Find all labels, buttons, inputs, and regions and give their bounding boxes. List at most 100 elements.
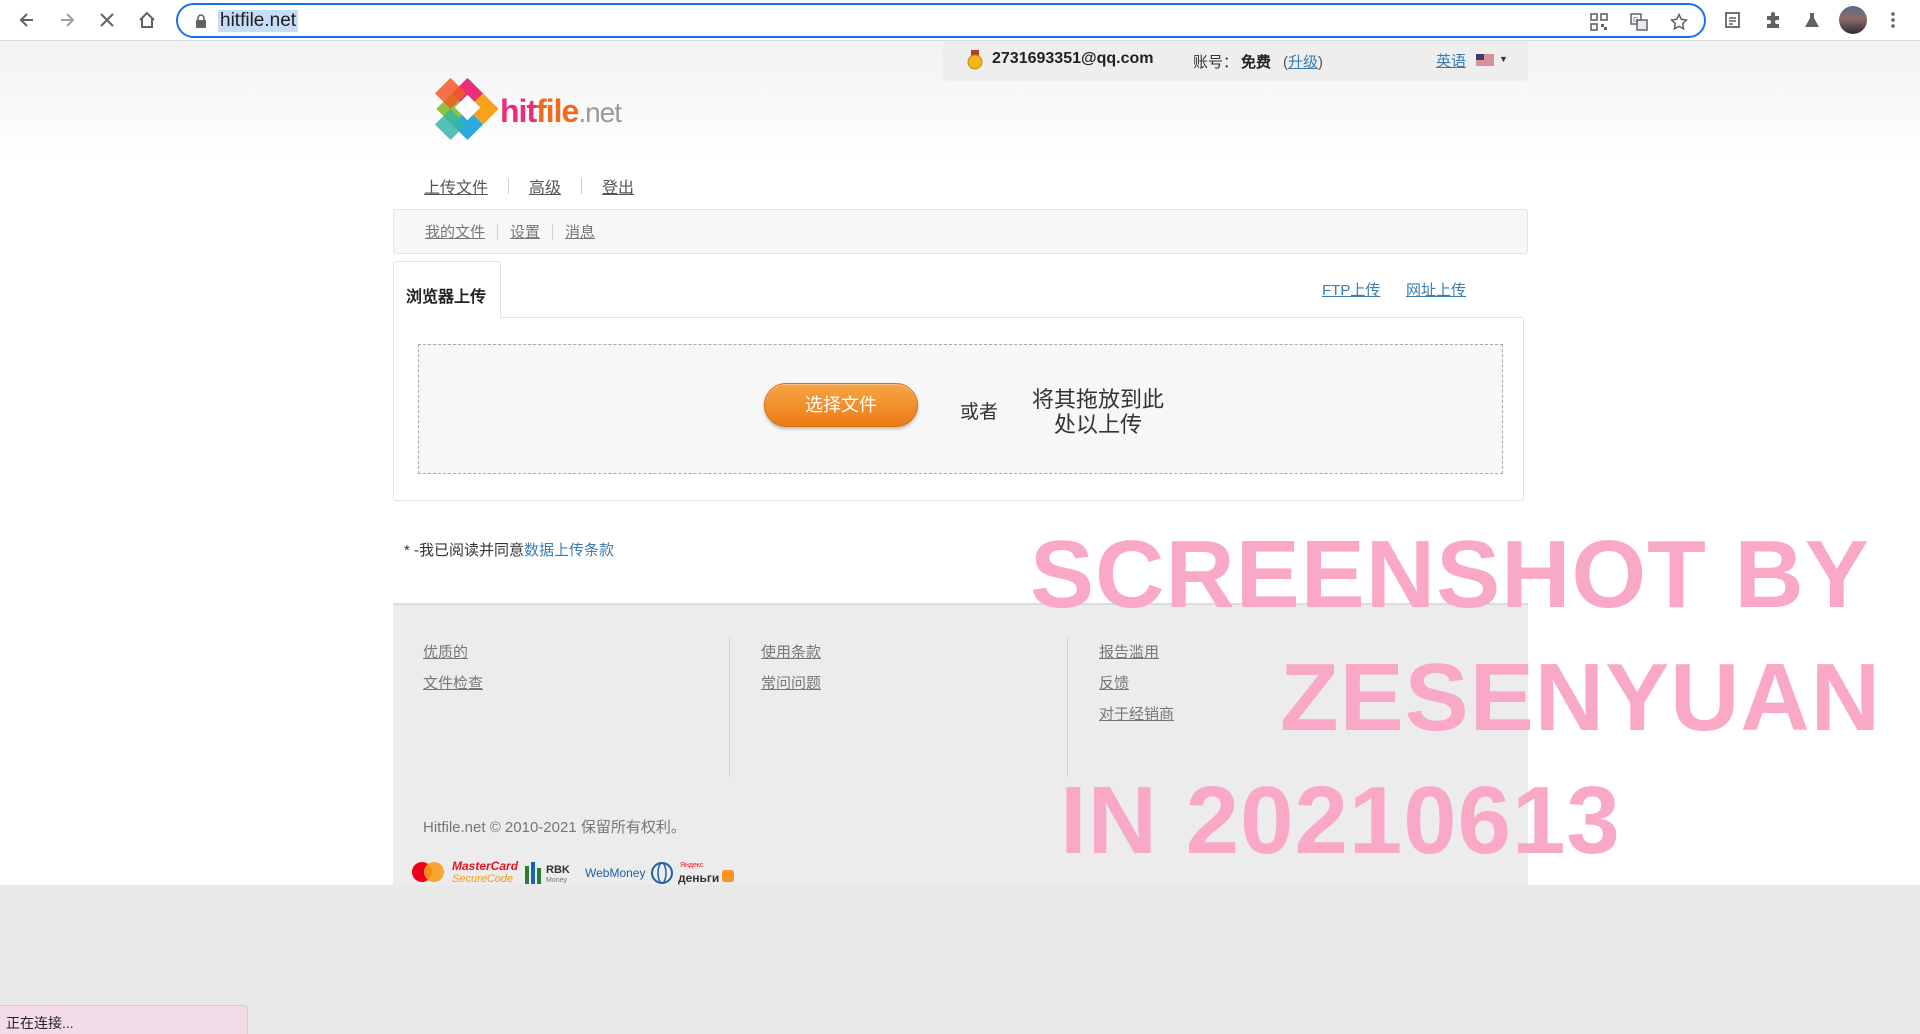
extensions-button[interactable] <box>1758 5 1788 35</box>
address-bar[interactable]: hitfile.net G <box>176 3 1706 38</box>
logo-net: .net <box>578 97 622 128</box>
profile-lab-button[interactable] <box>1797 5 1827 35</box>
page-content: 2731693351@qq.com 账号： 免费 (升级) 英语 ▼ hitfi… <box>0 41 1920 885</box>
copyright-text: Hitfile.net © 2010-2021 保留所有权利。 <box>423 819 686 836</box>
logo-mark-icon <box>434 77 498 141</box>
choose-file-button[interactable]: 选择文件 <box>764 383 918 427</box>
rbk-label: RBK <box>546 864 570 876</box>
watermark-line-2: ZESENYUAN <box>1280 644 1882 751</box>
upgrade-close-paren: ) <box>1318 54 1324 71</box>
logo-file: file <box>536 93 579 129</box>
home-icon <box>139 11 155 28</box>
extensions-icon <box>1767 12 1779 28</box>
footer-column-2: 使用条款 常问问题 <box>761 637 821 777</box>
upload-terms-link[interactable]: 数据上传条款 <box>524 542 614 559</box>
tab-search-button[interactable] <box>1718 5 1748 35</box>
footer-terms-link[interactable]: 使用条款 <box>761 637 821 668</box>
tab-ftp-upload[interactable]: FTP上传 <box>1322 279 1380 300</box>
account-label: 账号： <box>1193 54 1239 71</box>
webmoney-label: WebMoney <box>585 866 645 880</box>
language-caret-icon[interactable]: ▼ <box>1499 54 1508 64</box>
account-type: 免费 <box>1241 54 1272 71</box>
rbk-sub-label: Money <box>546 877 568 884</box>
sub-nav: 我的文件 设置 消息 <box>393 209 1528 254</box>
footer-faq-link[interactable]: 常问问题 <box>761 668 821 699</box>
footer-report-abuse-link[interactable]: 报告滥用 <box>1099 637 1174 668</box>
rbk-money-icon <box>525 862 541 884</box>
footer-feedback-link[interactable]: 反馈 <box>1099 668 1174 699</box>
or-label: 或者 <box>960 402 999 423</box>
user-email: 2731693351@qq.com <box>992 50 1154 67</box>
payment-methods: MasterCard SecureCode RBK Money WebMoney… <box>412 859 734 885</box>
subnav-divider <box>552 223 554 240</box>
nav-logout[interactable]: 登出 <box>602 174 634 198</box>
drag-drop-hint: 将其拖放到此 处以上传 <box>1028 387 1168 437</box>
subnav-messages[interactable]: 消息 <box>565 221 595 242</box>
profile-flask-icon <box>1805 13 1819 27</box>
forward-button[interactable] <box>52 5 82 35</box>
translate-icon: G <box>1630 13 1648 31</box>
tab-browser-upload-label: 浏览器上传 <box>406 289 487 306</box>
webmoney-globe-icon <box>651 862 673 884</box>
upgrade-link[interactable]: 升级 <box>1288 54 1318 71</box>
status-bar: 正在连接... <box>0 1005 248 1034</box>
footer-divider <box>1067 637 1068 777</box>
nav-divider <box>581 178 583 194</box>
logo-wordmark: hitfile.net <box>500 93 622 130</box>
url-text[interactable]: hitfile.net <box>218 10 299 32</box>
us-flag-icon[interactable] <box>1476 54 1494 66</box>
watermark-line-1: SCREENSHOT BY <box>1030 521 1870 628</box>
hitfile-logo[interactable]: hitfile.net <box>420 77 640 157</box>
back-button[interactable] <box>12 5 42 35</box>
securecode-label: SecureCode <box>452 873 513 885</box>
qr-code-button[interactable] <box>1588 11 1610 33</box>
footer-divider <box>729 637 730 777</box>
mastercard-label: MasterCard <box>452 859 519 873</box>
forward-icon <box>61 13 75 27</box>
qr-code-icon <box>1590 13 1608 31</box>
drag-hint-line2: 处以上传 <box>1053 412 1142 437</box>
footer-resellers-link[interactable]: 对于经销商 <box>1099 699 1174 730</box>
bookmark-star-icon <box>1670 13 1688 31</box>
yandex-label: Яндекс <box>680 862 704 869</box>
subnav-settings[interactable]: 设置 <box>510 221 540 242</box>
nav-premium[interactable]: 高级 <box>529 174 561 198</box>
menu-button[interactable] <box>1878 5 1908 35</box>
footer-premium-link[interactable]: 优质的 <box>423 637 483 668</box>
stop-icon <box>100 13 114 27</box>
yandex-wallet-icon <box>722 870 734 882</box>
medal-icon <box>967 50 983 70</box>
footer-column-1: 优质的 文件检查 <box>423 637 483 777</box>
bookmark-button[interactable] <box>1668 11 1690 33</box>
subnav-my-files[interactable]: 我的文件 <box>425 221 485 242</box>
logo-hit: hit <box>500 93 537 129</box>
language-selector[interactable]: 英语 <box>1436 50 1466 71</box>
lock-icon <box>196 14 206 28</box>
avatar[interactable] <box>1839 6 1867 34</box>
browser-toolbar: hitfile.net G <box>0 0 1920 41</box>
nav-upload-file[interactable]: 上传文件 <box>424 174 488 198</box>
watermark-line-3: IN 20210613 <box>1060 767 1621 874</box>
status-text: 正在连接... <box>6 1015 74 1031</box>
menu-icon <box>1891 12 1895 28</box>
translate-button[interactable]: G <box>1628 11 1650 33</box>
nav-divider <box>508 178 510 194</box>
subnav-divider <box>497 223 499 240</box>
home-button[interactable] <box>132 5 162 35</box>
mastercard-icon <box>412 862 444 882</box>
user-bar: 2731693351@qq.com 账号： 免费 (升级) 英语 ▼ <box>943 41 1528 81</box>
tab-browser-upload[interactable]: 浏览器上传 <box>393 261 501 319</box>
back-icon <box>19 13 33 27</box>
footer-file-check-link[interactable]: 文件检查 <box>423 668 483 699</box>
tab-url-upload[interactable]: 网址上传 <box>1406 279 1466 300</box>
agreement-prefix: * -我已阅读并同意 <box>404 542 525 559</box>
stop-button[interactable] <box>92 5 122 35</box>
tab-search-icon <box>1725 12 1740 28</box>
dengi-label: деньги <box>678 871 719 885</box>
drag-hint-line1: 将其拖放到此 <box>1031 387 1164 412</box>
upload-agreement: * -我已阅读并同意数据上传条款 <box>404 539 614 560</box>
upgrade-wrapper: (升级) <box>1283 51 1323 72</box>
main-nav: 上传文件 高级 登出 <box>424 174 634 198</box>
footer-column-3: 报告滥用 反馈 对于经销商 <box>1099 637 1174 777</box>
svg-text:G: G <box>1633 16 1638 24</box>
